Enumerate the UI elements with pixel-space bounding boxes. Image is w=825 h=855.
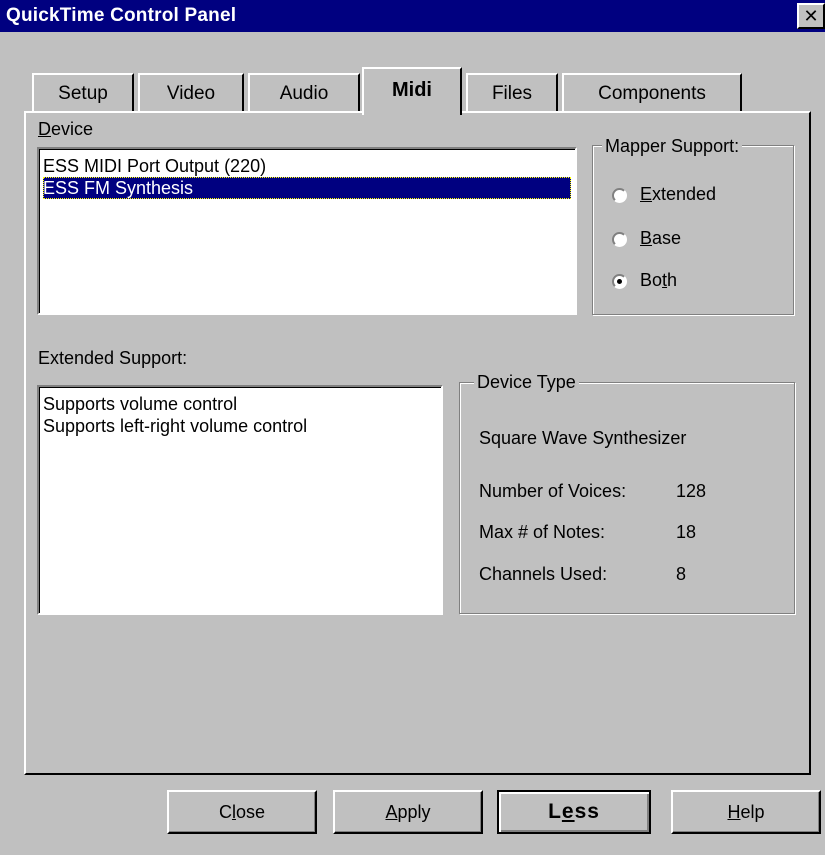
apply-button[interactable]: Apply [333,790,483,834]
list-item: Supports left-right volume control [43,416,308,436]
extended-support-label: Extended Support: [38,348,188,368]
list-item: Supports volume control [43,394,238,414]
device-type-title: Device Type [474,372,579,393]
tab-label: Audio [279,83,329,104]
extended-support-list[interactable]: Supports volume control Supports left-ri… [37,385,443,615]
device-list[interactable]: ESS MIDI Port Output (220) ESS FM Synthe… [37,147,577,315]
both-radio[interactable] [612,274,627,289]
tab-label: Video [166,83,216,104]
tab-files[interactable]: Files [466,73,558,113]
tab-label: Components [598,83,706,104]
base-radio-label[interactable]: Base [640,228,681,249]
tab-label: Files [491,83,533,104]
device-type-name: Square Wave Synthesizer [479,428,687,448]
help-button[interactable]: Help [671,790,821,834]
close-icon: ✕ [803,5,819,26]
extended-radio-label[interactable]: Extended [640,184,716,205]
tab-audio[interactable]: Audio [248,73,360,113]
list-item[interactable]: ESS MIDI Port Output (220) [43,155,571,177]
extended-radio[interactable] [612,188,627,203]
max-notes-value: 18 [676,522,697,542]
device-label: Device [38,119,94,139]
tab-midi[interactable]: Midi [362,67,462,115]
base-radio[interactable] [612,232,627,247]
help-button-label: Help [727,801,765,822]
close-window-button[interactable]: ✕ [797,3,825,29]
voices-value: 128 [676,481,707,501]
channels-used-value: 8 [676,564,687,584]
less-button-label: Less [548,800,600,823]
mapper-support-group [592,145,794,315]
title-bar: QuickTime Control Panel ✕ [0,0,825,32]
close-button-label: Close [218,801,266,822]
window-title: QuickTime Control Panel [6,5,237,26]
close-button[interactable]: Close [167,790,317,834]
mapper-support-title: Mapper Support: [602,136,743,157]
apply-button-label: Apply [385,801,431,822]
both-radio-label[interactable]: Both [640,270,677,291]
tab-label: Midi [392,78,432,101]
tab-video[interactable]: Video [138,73,244,113]
tab-components[interactable]: Components [562,73,742,113]
list-item-selected[interactable]: ESS FM Synthesis [43,177,571,199]
max-notes-label: Max # of Notes: [479,522,606,542]
less-button[interactable]: Less [497,790,651,834]
voices-label: Number of Voices: [479,481,627,501]
channels-used-label: Channels Used: [479,564,608,584]
tab-setup[interactable]: Setup [32,73,134,113]
radio-selected-dot [617,279,622,284]
tab-label: Setup [58,83,108,104]
